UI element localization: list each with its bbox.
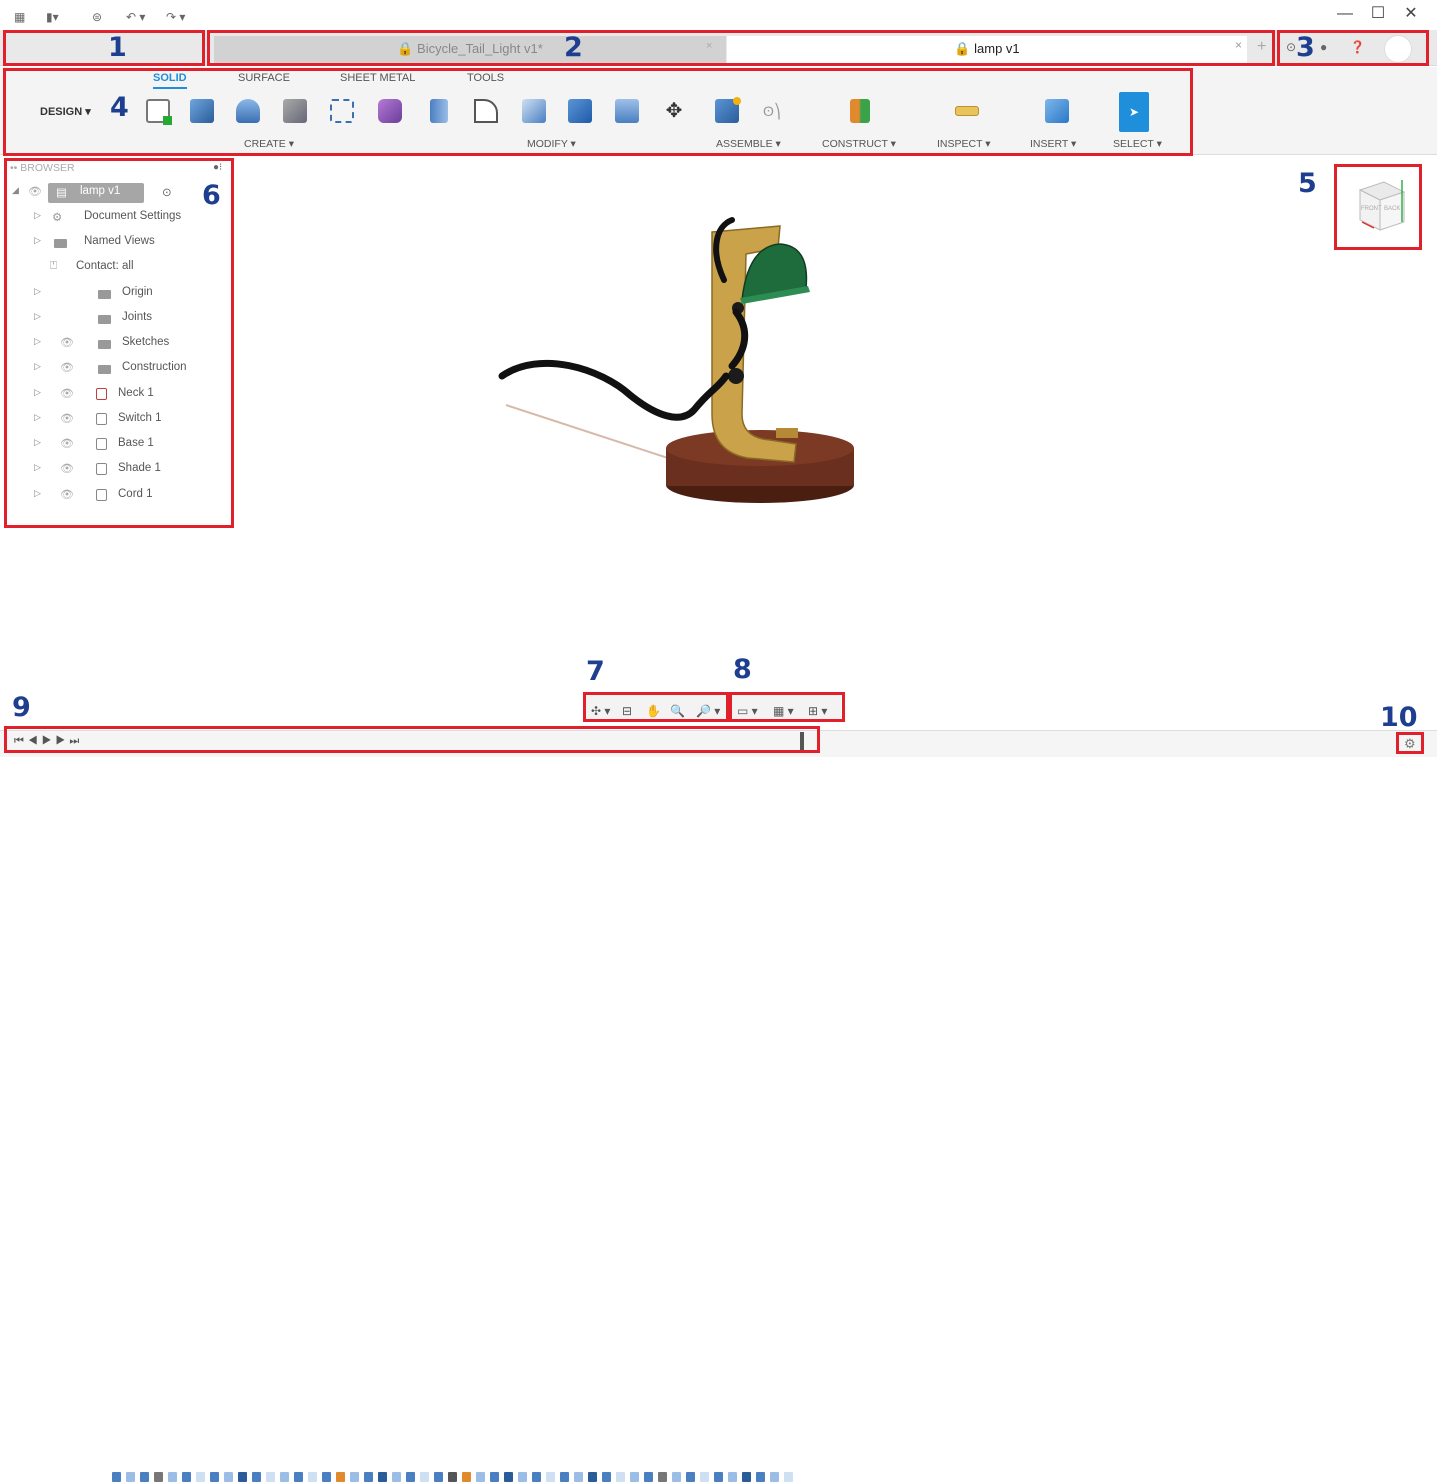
timeline-feature-icon[interactable] [392, 1472, 401, 1482]
timeline-feature-icon[interactable] [420, 1472, 429, 1482]
callout-number-7: 7 [586, 656, 605, 687]
timeline-feature-icon[interactable] [770, 1472, 779, 1482]
timeline-feature-icon[interactable] [630, 1472, 639, 1482]
timeline-feature-icon[interactable] [210, 1472, 219, 1482]
timeline-feature-icon[interactable] [434, 1472, 443, 1482]
timeline-feature-icon[interactable] [224, 1472, 233, 1482]
timeline-feature-icon[interactable] [728, 1472, 737, 1482]
maximize-button[interactable]: ☐ [1363, 2, 1393, 26]
timeline-feature-icon[interactable] [686, 1472, 695, 1482]
callout-number-2: 2 [564, 32, 583, 63]
timeline-feature-icon[interactable] [378, 1472, 387, 1482]
lamp-model[interactable] [480, 200, 880, 520]
minimize-button[interactable]: — [1330, 2, 1360, 26]
callout-number-5: 5 [1298, 168, 1317, 199]
callout-number-8: 8 [733, 654, 752, 685]
timeline-feature-icon[interactable] [700, 1472, 709, 1482]
timeline-feature-icon[interactable] [238, 1472, 247, 1482]
callout-box-6 [4, 158, 234, 528]
timeline-feature-icon[interactable] [476, 1472, 485, 1482]
callout-box-10 [1396, 732, 1424, 754]
redo-icon[interactable]: ↷ ▾ [166, 10, 185, 24]
switch [776, 428, 798, 438]
timeline-feature-icon[interactable] [280, 1472, 289, 1482]
timeline-feature-icon[interactable] [448, 1472, 457, 1482]
file-menu-icon[interactable]: ▮▾ [46, 10, 59, 24]
timeline-feature-icon[interactable] [350, 1472, 359, 1482]
timeline-feature-icon[interactable] [560, 1472, 569, 1482]
timeline-feature-icon[interactable] [140, 1472, 149, 1482]
timeline-feature-icon[interactable] [574, 1472, 583, 1482]
timeline-feature-icon[interactable] [504, 1472, 513, 1482]
callout-number-10: 10 [1380, 702, 1418, 733]
callout-box-5 [1334, 164, 1422, 250]
timeline-feature-icon[interactable] [294, 1472, 303, 1482]
timeline-feature-icon[interactable] [252, 1472, 261, 1482]
callout-box-1 [3, 30, 205, 66]
close-button[interactable]: ✕ [1396, 2, 1426, 26]
cord [498, 359, 730, 421]
undo-icon[interactable]: ↶ ▾ [126, 10, 145, 24]
timeline-feature-icon[interactable] [658, 1472, 667, 1482]
timeline-feature-icon[interactable] [364, 1472, 373, 1482]
timeline-feature-icon[interactable] [714, 1472, 723, 1482]
timeline-feature-icon[interactable] [546, 1472, 555, 1482]
save-icon[interactable]: ⊜ [92, 10, 102, 24]
timeline-feature-icon[interactable] [462, 1472, 471, 1482]
callout-number-4: 4 [110, 92, 129, 123]
timeline-feature-icon[interactable] [616, 1472, 625, 1482]
callout-number-9: 9 [12, 692, 31, 723]
timeline-feature-icon[interactable] [672, 1472, 681, 1482]
timeline-feature-icon[interactable] [336, 1472, 345, 1482]
timeline-feature-icon[interactable] [406, 1472, 415, 1482]
timeline-feature-icon[interactable] [742, 1472, 751, 1482]
timeline-feature-icon[interactable] [518, 1472, 527, 1482]
timeline-feature-icon[interactable] [588, 1472, 597, 1482]
callout-number-6: 6 [202, 180, 221, 211]
timeline-feature-icon[interactable] [602, 1472, 611, 1482]
callout-box-9 [4, 726, 820, 753]
timeline-feature-icon[interactable] [266, 1472, 275, 1482]
callout-box-2 [207, 30, 1275, 66]
timeline-feature-icon[interactable] [308, 1472, 317, 1482]
timeline-feature-icon[interactable] [322, 1472, 331, 1482]
data-panel-icon[interactable]: ▦ [14, 10, 25, 24]
timeline-feature-icon[interactable] [126, 1472, 135, 1482]
timeline-feature-icon[interactable] [196, 1472, 205, 1482]
timeline-feature-icon[interactable] [644, 1472, 653, 1482]
timeline-feature-icon[interactable] [532, 1472, 541, 1482]
timeline-feature-icon[interactable] [154, 1472, 163, 1482]
timeline-feature-icon[interactable] [784, 1472, 793, 1482]
callout-box-4 [3, 68, 1193, 156]
arm-hole [728, 368, 744, 384]
timeline-feature-icon[interactable] [490, 1472, 499, 1482]
timeline-feature-icon[interactable] [756, 1472, 765, 1482]
timeline-feature-icon[interactable] [168, 1472, 177, 1482]
callout-box-7 [583, 692, 729, 722]
callout-box-8 [729, 692, 845, 722]
timeline-feature-icon[interactable] [112, 1472, 121, 1482]
callout-number-3: 3 [1296, 32, 1315, 63]
callout-number-1: 1 [108, 32, 127, 63]
timeline-feature-icon[interactable] [182, 1472, 191, 1482]
